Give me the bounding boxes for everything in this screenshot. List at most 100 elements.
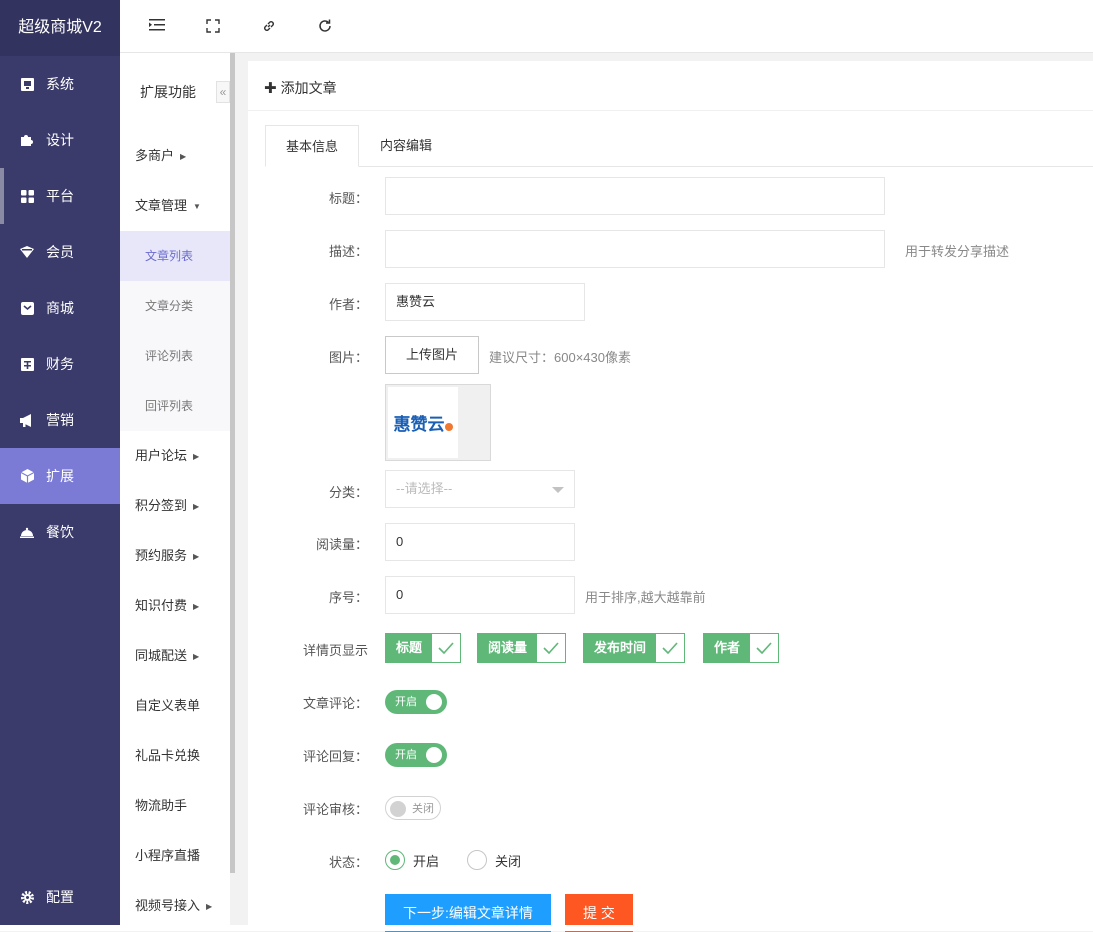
link-icon[interactable] [260,18,278,36]
status-radio-on[interactable]: 开启 [385,850,439,870]
desc-hint: 用于转发分享描述 [905,244,1010,259]
chevron-down-icon [552,487,564,493]
order-input[interactable]: 0 [385,576,575,614]
tab-bar: 基本信息 内容编辑 [265,125,1093,167]
reads-input[interactable]: 0 [385,523,575,561]
puzzle-icon [20,133,34,147]
radio-checked-icon [385,850,405,870]
audit-toggle[interactable]: 关闭 [385,796,441,820]
collapse-button[interactable]: « [216,81,230,103]
nav-label: 会员 [46,244,74,260]
cube-icon [20,469,34,483]
detail-check-title[interactable]: 标题 [385,633,462,663]
nav-item-marketing[interactable]: 营销 [0,392,120,448]
author-label: 作者： [328,297,368,312]
subnav-item-article-list[interactable]: 文章列表 [120,231,230,281]
image-label: 图片： [328,350,368,365]
desc-input[interactable] [385,230,885,268]
main-card: ✚ 添加文章 基本信息 内容编辑 标题： 描述： 用于转发分享描述 作者： 惠赞云… [248,61,1093,932]
dining-icon [20,525,34,539]
subnav-item-channels[interactable]: 视频号接入 ▶ [120,881,230,931]
check-icon [656,634,685,662]
radio-unchecked-icon [467,850,487,870]
caret-right-icon: ▶ [193,551,200,561]
nav-item-extension[interactable]: 扩展 [0,448,120,504]
subnav-item-merchant[interactable]: 多商户 ▶ [120,131,230,181]
subnav-item-article-category[interactable]: 文章分类 [120,281,230,331]
nav-label: 系统 [46,76,74,92]
detail-check-publish-time[interactable]: 发布时间 [583,633,686,663]
subnav-item-forum[interactable]: 用户论坛 ▶ [120,431,230,481]
nav-item-finance[interactable]: 财务 [0,336,120,392]
subnav-item-booking[interactable]: 预约服务 ▶ [120,531,230,581]
logo-image: 惠赞云 [388,387,458,458]
status-label: 状态： [328,855,368,870]
check-label: 阅读量 [478,634,538,662]
subnav-label: 用户论坛 [135,448,188,463]
category-select[interactable]: --请选择-- [385,470,575,508]
order-label: 序号： [328,590,368,605]
nav-item-platform[interactable]: 平台 [0,168,120,224]
radio-label: 关闭 [495,853,522,869]
audit-label: 评论审核： [302,802,368,817]
check-label: 发布时间 [584,634,657,662]
gear-icon [20,890,34,904]
check-label: 作者 [704,634,751,662]
comment-label: 文章评论： [302,696,368,711]
nav-label: 配置 [46,889,74,905]
subnav-item-checkin[interactable]: 积分签到 ▶ [120,481,230,531]
subnav-item-paid-knowledge[interactable]: 知识付费 ▶ [120,581,230,631]
reply-label: 评论回复： [302,749,368,764]
subnav-scrollbar[interactable] [230,53,235,873]
subnav-item-logistics[interactable]: 物流助手 [120,781,230,831]
nav-item-mall[interactable]: 商城 [0,280,120,336]
horizontal-scrollbar[interactable] [0,925,1093,931]
category-label: 分类： [328,485,368,500]
title-input[interactable] [385,177,885,215]
detail-check-reads[interactable]: 阅读量 [477,633,567,663]
detail-check-author[interactable]: 作者 [703,633,780,663]
nav-item-config[interactable]: 配置 [0,869,120,925]
mall-icon [20,301,34,315]
subnav-label: 预约服务 [135,548,188,563]
subnav-item-custom-form[interactable]: 自定义表单 [120,681,230,731]
reply-toggle[interactable]: 开启 [385,743,447,767]
subnav-item-live[interactable]: 小程序直播 [120,831,230,881]
upload-image-button[interactable]: 上传图片 [385,336,479,374]
caret-right-icon: ▶ [193,651,200,661]
image-thumbnail[interactable]: 惠赞云 [385,384,491,461]
megaphone-icon [20,413,34,427]
subnav-item-reply-list[interactable]: 回评列表 [120,381,230,431]
refresh-icon[interactable] [316,18,334,36]
plus-icon: ✚ [264,80,277,97]
subnav-item-delivery[interactable]: 同城配送 ▶ [120,631,230,681]
subnav-item-gift-card[interactable]: 礼品卡兑换 [120,731,230,781]
fullscreen-icon[interactable] [204,18,222,36]
nav-item-dining[interactable]: 餐饮 [0,504,120,560]
tab-content-edit[interactable]: 内容编辑 [360,125,452,167]
subnav-item-article-manage[interactable]: 文章管理 ▼ [120,181,230,231]
menu-fold-icon[interactable] [148,18,166,36]
tab-basic-info[interactable]: 基本信息 [265,125,360,167]
author-input[interactable]: 惠赞云 [385,283,585,321]
nav-label: 财务 [46,356,74,372]
nav-item-system[interactable]: 系统 [0,56,120,112]
sidebar: 超级商城V2 系统 设计 平台 会员 商城 财务 营销 扩展 餐饮 配置 [0,0,120,931]
check-icon [537,634,566,662]
subnav-item-comment-list[interactable]: 评论列表 [120,331,230,381]
subnav-label: 积分签到 [135,498,188,513]
image-hint: 建议尺寸：600×430像素 [489,350,631,365]
subnav-title: 扩展功能 [140,84,196,100]
status-radio-off[interactable]: 关闭 [467,850,521,870]
nav-label: 扩展 [46,468,74,484]
finance-icon [20,357,34,371]
comment-toggle[interactable]: 开启 [385,690,447,714]
radio-label: 开启 [413,853,440,869]
nav-label: 营销 [46,412,74,428]
nav-item-design[interactable]: 设计 [0,112,120,168]
category-placeholder: --请选择-- [396,481,453,496]
nav-label: 平台 [46,188,74,204]
system-icon [20,77,34,91]
sub-navigation: 扩展功能 « 多商户 ▶ 文章管理 ▼ 文章列表 文章分类 评论列表 回评列表 用户… [120,53,230,931]
nav-item-member[interactable]: 会员 [0,224,120,280]
